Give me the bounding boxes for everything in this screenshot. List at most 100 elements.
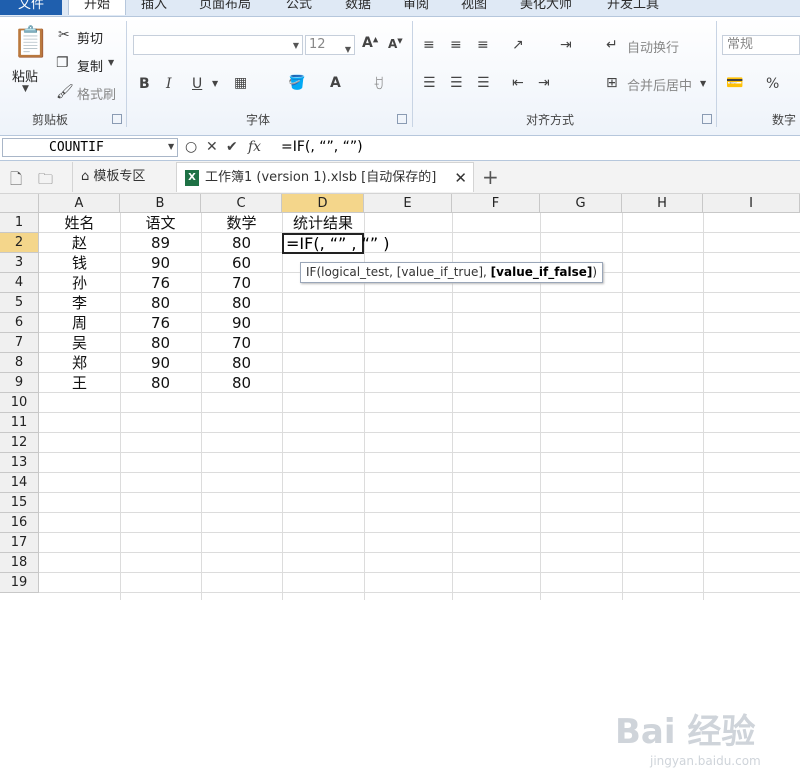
cell-c3[interactable]: 60 [201,253,282,273]
cell-b8[interactable]: 90 [120,353,201,373]
column-header-b[interactable]: B [120,194,201,213]
cell-c9[interactable]: 80 [201,373,282,393]
fill-color-icon[interactable]: 🪣 [288,75,305,91]
row-header-19[interactable]: 19 [0,573,39,593]
percent-icon[interactable]: % [766,76,779,92]
enter-icon[interactable]: ✔ [226,139,238,155]
font-name-combo[interactable]: ▼ [133,35,303,55]
column-header-h[interactable]: H [622,194,703,213]
tab-formulas[interactable]: 公式 [286,0,312,15]
italic-icon[interactable]: I [166,76,172,92]
tab-template-zone[interactable]: ⌂ 模板专区 [72,162,171,192]
tab-view[interactable]: 视图 [461,0,487,15]
tab-workbook[interactable]: X 工作簿1 (version 1).xlsb [自动保存的] ✕ [176,162,474,192]
name-box[interactable]: COUNTIF [2,138,178,157]
tab-review[interactable]: 审阅 [403,0,429,15]
cell-edit-text[interactable]: =IF(, “” , “” ) [286,234,389,254]
cancel-icon[interactable]: ✕ [206,139,218,155]
cell-a3[interactable]: 钱 [39,253,120,273]
row-header-10[interactable]: 10 [0,393,39,413]
folder-icon[interactable]: 🗀 [38,169,53,194]
format-painter-button[interactable]: 格式刷 [77,84,116,103]
cell-b3[interactable]: 90 [120,253,201,273]
tab-beautify[interactable]: 美化大师 [520,0,572,15]
paste-button[interactable]: 粘贴 [12,66,38,85]
cell-a5[interactable]: 李 [39,293,120,313]
bold-icon[interactable]: B [139,76,150,92]
border-icon[interactable]: ▦ [234,75,247,91]
column-header-g[interactable]: G [540,194,622,213]
phonetic-icon[interactable]: ꀀ [373,75,384,93]
copy-dropdown-icon[interactable]: ▼ [108,58,114,67]
row-header-7[interactable]: 7 [0,333,39,353]
row-header-16[interactable]: 16 [0,513,39,533]
row-header-13[interactable]: 13 [0,453,39,473]
cell-c2[interactable]: 80 [201,233,282,253]
wrap-text-button[interactable]: 自动换行 [627,37,679,56]
row-header-3[interactable]: 3 [0,253,39,273]
row-header-15[interactable]: 15 [0,493,39,513]
cell-a1[interactable]: 姓名 [39,213,120,233]
tab-insert[interactable]: 插入 [141,0,167,15]
clipboard-launcher-icon[interactable] [112,114,122,124]
row-header-5[interactable]: 5 [0,293,39,313]
font-size-combo[interactable]: 12 ▼ [305,35,355,55]
add-tab-icon[interactable]: + [482,165,499,189]
close-icon[interactable]: ✕ [454,163,467,193]
cell-c8[interactable]: 80 [201,353,282,373]
chevron-down-icon[interactable]: ▼ [293,41,299,50]
copy-button[interactable]: 复制 [77,56,103,75]
row-header-4[interactable]: 4 [0,273,39,293]
select-all-corner[interactable] [0,194,39,213]
cell-b7[interactable]: 80 [120,333,201,353]
cell-c5[interactable]: 80 [201,293,282,313]
scissors-icon[interactable]: ✂ [58,27,70,43]
column-header-i[interactable]: I [703,194,800,213]
cell-a8[interactable]: 郑 [39,353,120,373]
currency-icon[interactable]: 💳 [726,75,743,91]
increase-indent-icon[interactable]: ⇥ [538,75,550,91]
decrease-indent-icon[interactable]: ⇤ [512,75,524,91]
paste-icon[interactable]: 📋 [12,25,49,60]
align-top-icon[interactable]: ≡ [423,37,435,53]
cell-b1[interactable]: 语文 [120,213,201,233]
cell-a4[interactable]: 孙 [39,273,120,293]
align-right-icon[interactable]: ☰ [477,75,490,91]
cell-a6[interactable]: 周 [39,313,120,333]
format-painter-icon[interactable]: 🖌 [56,84,74,100]
cell-b4[interactable]: 76 [120,273,201,293]
tooltip-current-arg[interactable]: [value_if_false] [491,265,593,279]
cut-button[interactable]: 剪切 [77,28,103,47]
number-format-combo[interactable]: 常规 [722,35,800,55]
merge-dropdown-icon[interactable]: ▼ [700,79,706,88]
font-launcher-icon[interactable] [397,114,407,124]
column-header-c[interactable]: C [201,194,282,213]
row-header-17[interactable]: 17 [0,533,39,553]
grow-font-icon[interactable]: A▲ [362,35,378,51]
wrap-text-icon[interactable]: ↵ [606,37,618,53]
tab-data[interactable]: 数据 [345,0,371,15]
row-header-1[interactable]: 1 [0,213,39,233]
alignment-launcher-icon[interactable] [702,114,712,124]
underline-icon[interactable]: U [192,76,202,92]
column-header-d[interactable]: D [282,194,364,213]
indent-icon[interactable]: ⇥ [560,37,572,53]
tab-developer[interactable]: 开发工具 [607,0,659,15]
cell-b2[interactable]: 89 [120,233,201,253]
cell-c1[interactable]: 数学 [201,213,282,233]
chevron-down-icon[interactable]: ▼ [345,41,351,59]
cell-a2[interactable]: 赵 [39,233,120,253]
cell-b9[interactable]: 80 [120,373,201,393]
shrink-font-icon[interactable]: A▼ [388,37,403,51]
row-header-6[interactable]: 6 [0,313,39,333]
cell-c6[interactable]: 90 [201,313,282,333]
cell-d1[interactable]: 统计结果 [282,213,364,233]
cell-c4[interactable]: 70 [201,273,282,293]
row-header-11[interactable]: 11 [0,413,39,433]
spreadsheet-grid[interactable]: A B C D E F G H I 1 2 3 4 5 6 7 8 9 10 11 12 13 14 15 1… [0,194,800,768]
chevron-down-icon[interactable]: ▼ [22,84,29,94]
column-header-f[interactable]: F [452,194,540,213]
column-header-a[interactable]: A [39,194,120,213]
row-header-2[interactable]: 2 [0,233,39,253]
name-box-dropdown-icon[interactable]: ▼ [168,142,174,151]
